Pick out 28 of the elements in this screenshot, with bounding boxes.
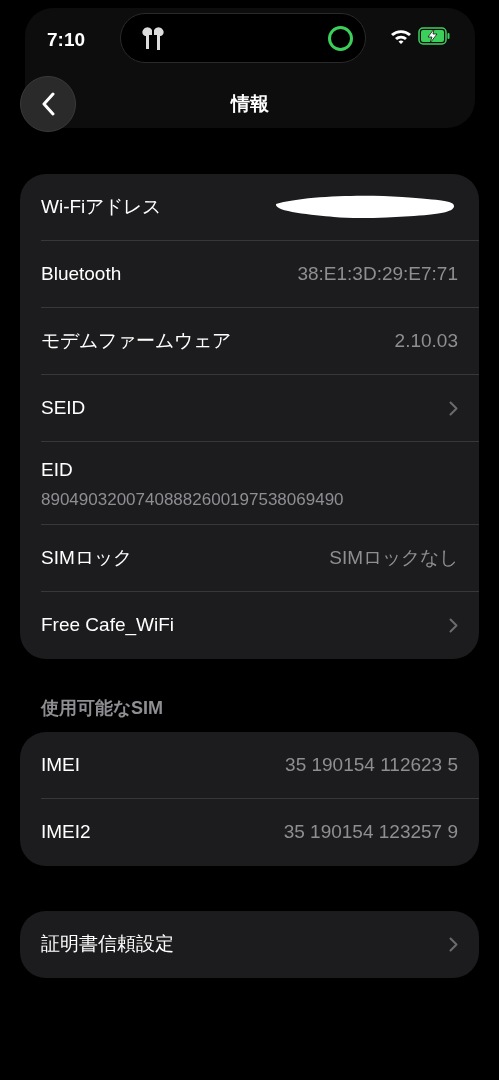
wifi-icon	[390, 28, 412, 45]
row-value: 89049032007408882600197538069490	[41, 488, 345, 511]
row-label: Bluetooth	[41, 261, 122, 286]
row-label: EID	[41, 458, 74, 482]
nav-title: 情報	[230, 92, 269, 116]
row-value: 2.10.03	[394, 328, 458, 353]
row-label: IMEI2	[41, 820, 91, 845]
row-label: モデムファームウェア	[41, 328, 231, 353]
chevron-icon	[449, 937, 458, 952]
chevron-icon	[449, 618, 458, 633]
row-value: 35 190154 123257 9	[283, 820, 458, 845]
settings-row[interactable]: SEID	[41, 375, 479, 442]
row-value: 38:E1:3D:29:E7:71	[297, 261, 458, 286]
row-value: 35 190154 112623 5	[285, 752, 458, 777]
chevron-icon	[449, 400, 458, 416]
ring-icon	[327, 25, 354, 52]
status-time: 7:10	[47, 28, 86, 52]
row-label: Wi-Fiアドレス	[41, 194, 162, 219]
back-chevron-icon	[41, 92, 55, 116]
row-label: SIMロック	[41, 545, 132, 570]
row-label: IMEI	[41, 752, 81, 777]
section-header: 使用可能なSIM	[39, 697, 164, 720]
battery-charging-icon	[418, 27, 451, 45]
back-button[interactable]	[20, 76, 76, 132]
settings-row[interactable]: Free Cafe_WiFi	[41, 592, 479, 659]
settings-row[interactable]: 証明書信頼設定	[41, 911, 479, 978]
earbuds-icon	[140, 27, 167, 51]
row-value: SIMロックなし	[329, 545, 458, 570]
